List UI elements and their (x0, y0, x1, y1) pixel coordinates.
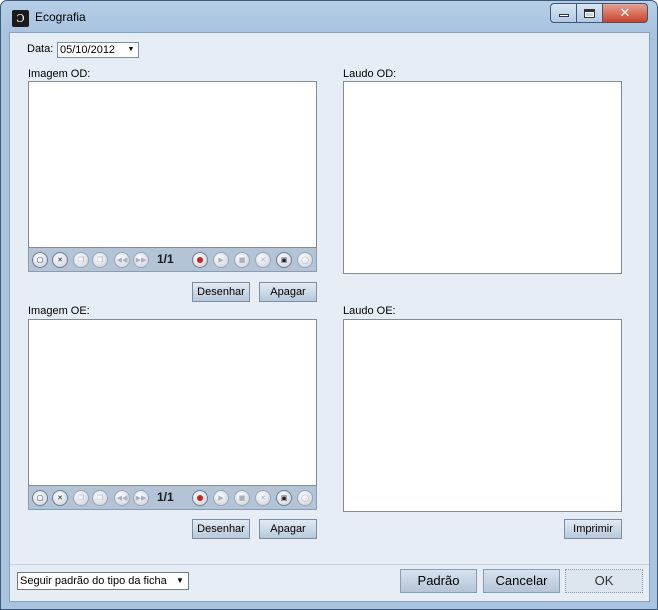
maximize-button[interactable] (577, 3, 603, 23)
date-label: Data: (27, 43, 54, 55)
delete-image-icon[interactable]: ✕ (52, 252, 68, 268)
close-button[interactable]: ✕ (603, 3, 648, 23)
camera-icon[interactable]: ▣ (276, 252, 292, 268)
imagem-oe-toolbar: ▢ ✕ ❐ ❐ ◀◀ ▶▶ 1/1 ▶ ■ ✕ ▣ ◯ (28, 486, 317, 510)
laudo-oe-label: Laudo OE: (343, 305, 396, 317)
minimize-icon (558, 14, 569, 17)
ellipse-icon[interactable]: ◯ (297, 490, 313, 506)
stop-icon[interactable]: ■ (234, 490, 250, 506)
play-icon[interactable]: ▶ (213, 252, 229, 268)
laudo-od-textarea[interactable] (343, 81, 622, 274)
camera-icon[interactable]: ▣ (276, 490, 292, 506)
image-counter: 1/1 (157, 252, 174, 266)
copy-icon[interactable]: ❐ (73, 252, 89, 268)
laudo-od-label: Laudo OD: (343, 68, 397, 80)
rewind-icon[interactable]: ◀◀ (114, 490, 130, 506)
mode-select[interactable]: Seguir padrão do tipo da ficha ▼ (17, 572, 189, 590)
rewind-icon[interactable]: ◀◀ (114, 252, 130, 268)
ellipse-icon[interactable]: ◯ (297, 252, 313, 268)
paste-icon[interactable]: ❐ (92, 252, 108, 268)
cancel-icon[interactable]: ✕ (255, 252, 271, 268)
footer-separator (10, 564, 649, 565)
apagar-oe-button[interactable]: Apagar (259, 519, 317, 539)
record-icon[interactable] (192, 490, 208, 506)
cancelar-button[interactable]: Cancelar (483, 569, 560, 593)
ok-button[interactable]: OK (565, 569, 643, 593)
title-bar[interactable]: Ɔ Ecografia ✕ (1, 1, 657, 33)
close-icon: ✕ (619, 5, 631, 21)
paste-icon[interactable]: ❐ (92, 490, 108, 506)
imagem-od-toolbar: ▢ ✕ ❐ ❐ ◀◀ ▶▶ 1/1 ▶ ■ ✕ ▣ ◯ (28, 248, 317, 272)
dropdown-arrow-icon[interactable]: ▼ (174, 575, 186, 587)
forward-icon[interactable]: ▶▶ (133, 490, 149, 506)
padrao-button[interactable]: Padrão (400, 569, 477, 593)
imagem-oe-canvas[interactable] (28, 319, 317, 486)
apagar-od-button[interactable]: Apagar (259, 282, 317, 302)
minimize-button[interactable] (550, 3, 577, 23)
imagem-od-label: Imagem OD: (28, 68, 91, 80)
ecografia-window: Ɔ Ecografia ✕ Data: 05/10/2012 ▼ Imagem … (0, 0, 658, 610)
play-icon[interactable]: ▶ (213, 490, 229, 506)
delete-image-icon[interactable]: ✕ (52, 490, 68, 506)
dropdown-arrow-icon[interactable]: ▼ (125, 44, 137, 56)
window-title: Ecografia (35, 10, 86, 24)
imagem-od-canvas[interactable] (28, 81, 317, 248)
desenhar-od-button[interactable]: Desenhar (192, 282, 250, 302)
new-image-icon[interactable]: ▢ (32, 490, 48, 506)
imprimir-button[interactable]: Imprimir (564, 519, 622, 539)
date-value: 05/10/2012 (60, 44, 116, 56)
date-picker[interactable]: 05/10/2012 ▼ (57, 42, 139, 58)
mode-select-value: Seguir padrão do tipo da ficha (20, 575, 167, 587)
new-image-icon[interactable]: ▢ (32, 252, 48, 268)
imagem-oe-label: Imagem OE: (28, 305, 90, 317)
forward-icon[interactable]: ▶▶ (133, 252, 149, 268)
maximize-icon (584, 8, 595, 18)
stop-icon[interactable]: ■ (234, 252, 250, 268)
desenhar-oe-button[interactable]: Desenhar (192, 519, 250, 539)
record-icon[interactable] (192, 252, 208, 268)
dialog-client-area: Data: 05/10/2012 ▼ Imagem OD: ▢ ✕ ❐ ❐ ◀◀… (9, 32, 650, 602)
image-counter: 1/1 (157, 490, 174, 504)
app-icon: Ɔ (12, 10, 29, 27)
cancel-icon[interactable]: ✕ (255, 490, 271, 506)
laudo-oe-textarea[interactable] (343, 319, 622, 512)
copy-icon[interactable]: ❐ (73, 490, 89, 506)
